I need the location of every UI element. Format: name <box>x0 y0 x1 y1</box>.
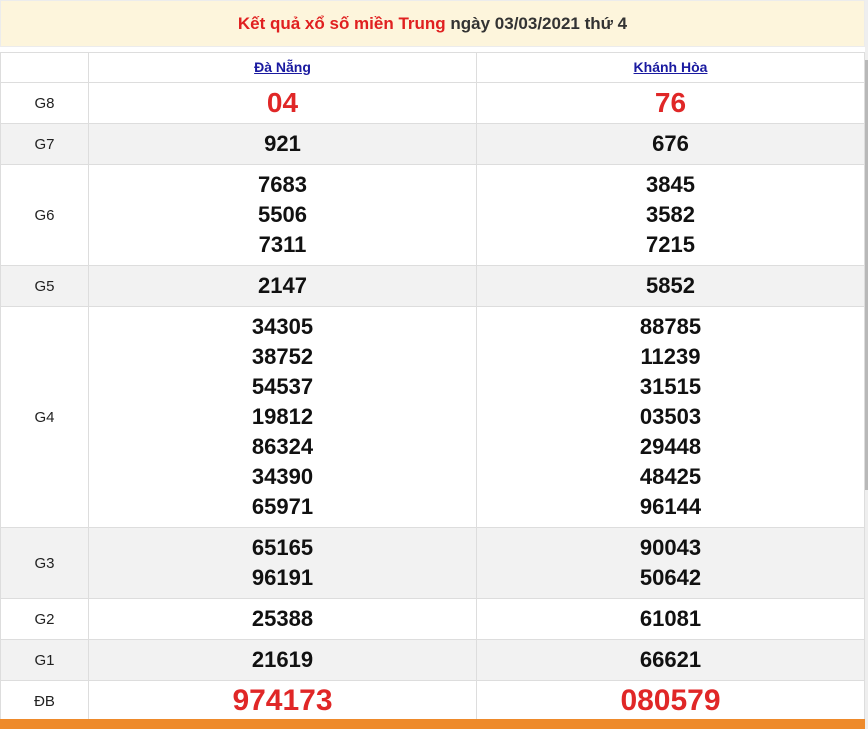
result-number: 5506 <box>258 202 307 227</box>
result-number: 25388 <box>251 606 314 631</box>
table-header-row: Đà Nẵng Khánh Hòa <box>0 52 865 83</box>
province-header-1: Đà Nẵng <box>88 52 477 83</box>
province-link-khanh-hoa[interactable]: Khánh Hòa <box>634 59 708 75</box>
result-number: 21619 <box>251 647 314 672</box>
result-number: 65165 <box>251 535 314 560</box>
result-cell: 921 <box>88 123 477 165</box>
result-number: 921 <box>264 131 301 156</box>
title-date: ngày 03/03/2021 thứ 4 <box>445 13 628 33</box>
results-title: Kết quả xổ số miền Trung ngày 03/03/2021… <box>0 0 865 47</box>
prize-label: G8 <box>0 82 89 124</box>
special-prize-number: 974173 <box>232 684 333 717</box>
result-number: 03503 <box>639 404 702 429</box>
result-cell: 76 <box>476 82 865 124</box>
result-number: 676 <box>652 131 689 156</box>
result-cell: 080579 <box>476 680 865 722</box>
result-cell: 65165 96191 <box>88 527 477 599</box>
prize-row-g1: G1 21619 66621 <box>0 639 865 681</box>
result-number: 19812 <box>251 404 314 429</box>
result-number: 96191 <box>251 565 314 590</box>
prize-row-g4: G4 34305 38752 54537 19812 86324 34390 6… <box>0 306 865 528</box>
result-cell: 676 <box>476 123 865 165</box>
result-number: 34390 <box>251 464 314 489</box>
result-number: 7215 <box>646 232 695 257</box>
prize-label: G1 <box>0 639 89 681</box>
result-cell: 66621 <box>476 639 865 681</box>
result-number: 38752 <box>251 344 314 369</box>
title-region: Kết quả xổ số miền Trung <box>237 13 446 33</box>
result-cell: 04 <box>88 82 477 124</box>
result-number: 5852 <box>646 273 695 298</box>
result-number: 2147 <box>258 273 307 298</box>
result-number: 65971 <box>251 494 314 519</box>
prize-row-g8: G8 04 76 <box>0 82 865 124</box>
result-cell: 21619 <box>88 639 477 681</box>
result-number: 61081 <box>639 606 702 631</box>
prize-label: G4 <box>0 306 89 528</box>
result-number: 76 <box>654 87 687 118</box>
result-number: 04 <box>266 87 299 118</box>
result-number: 90043 <box>639 535 702 560</box>
result-cell: 5852 <box>476 265 865 307</box>
prize-label: G7 <box>0 123 89 165</box>
prize-row-g7: G7 921 676 <box>0 123 865 165</box>
prize-column-header <box>0 52 89 83</box>
result-number: 86324 <box>251 434 314 459</box>
prize-label: G5 <box>0 265 89 307</box>
result-cell: 88785 11239 31515 03503 29448 48425 9614… <box>476 306 865 528</box>
result-number: 31515 <box>639 374 702 399</box>
result-number: 3845 <box>646 172 695 197</box>
result-cell: 2147 <box>88 265 477 307</box>
result-cell: 25388 <box>88 598 477 640</box>
result-cell: 7683 5506 7311 <box>88 164 477 266</box>
prize-row-g6: G6 7683 5506 7311 3845 3582 7215 <box>0 164 865 266</box>
special-prize-number: 080579 <box>620 684 721 717</box>
prize-row-g5: G5 2147 5852 <box>0 265 865 307</box>
prize-label: G3 <box>0 527 89 599</box>
result-number: 11239 <box>640 344 701 369</box>
prize-label: ĐB <box>0 680 89 722</box>
prize-row-g2: G2 25388 61081 <box>0 598 865 640</box>
result-number: 3582 <box>646 202 695 227</box>
result-number: 54537 <box>251 374 314 399</box>
result-number: 7683 <box>258 172 307 197</box>
prize-row-special: ĐB 974173 080579 <box>0 680 865 722</box>
results-panel: Kết quả xổ số miền Trung ngày 03/03/2021… <box>0 0 865 722</box>
result-number: 48425 <box>639 464 702 489</box>
result-number: 66621 <box>639 647 702 672</box>
result-cell: 90043 50642 <box>476 527 865 599</box>
result-cell: 61081 <box>476 598 865 640</box>
results-table: Đà Nẵng Khánh Hòa G8 04 76 G7 921 676 G6… <box>0 52 865 722</box>
result-number: 96144 <box>639 494 702 519</box>
result-cell: 974173 <box>88 680 477 722</box>
result-cell: 3845 3582 7215 <box>476 164 865 266</box>
province-header-2: Khánh Hòa <box>476 52 865 83</box>
result-number: 7311 <box>258 232 307 257</box>
prize-label: G6 <box>0 164 89 266</box>
result-number: 50642 <box>639 565 702 590</box>
prize-label: G2 <box>0 598 89 640</box>
result-number: 34305 <box>251 314 314 339</box>
province-link-da-nang[interactable]: Đà Nẵng <box>254 59 311 75</box>
result-number: 29448 <box>639 434 702 459</box>
bottom-toolbar <box>0 719 865 729</box>
result-cell: 34305 38752 54537 19812 86324 34390 6597… <box>88 306 477 528</box>
result-number: 88785 <box>639 314 702 339</box>
prize-row-g3: G3 65165 96191 90043 50642 <box>0 527 865 599</box>
